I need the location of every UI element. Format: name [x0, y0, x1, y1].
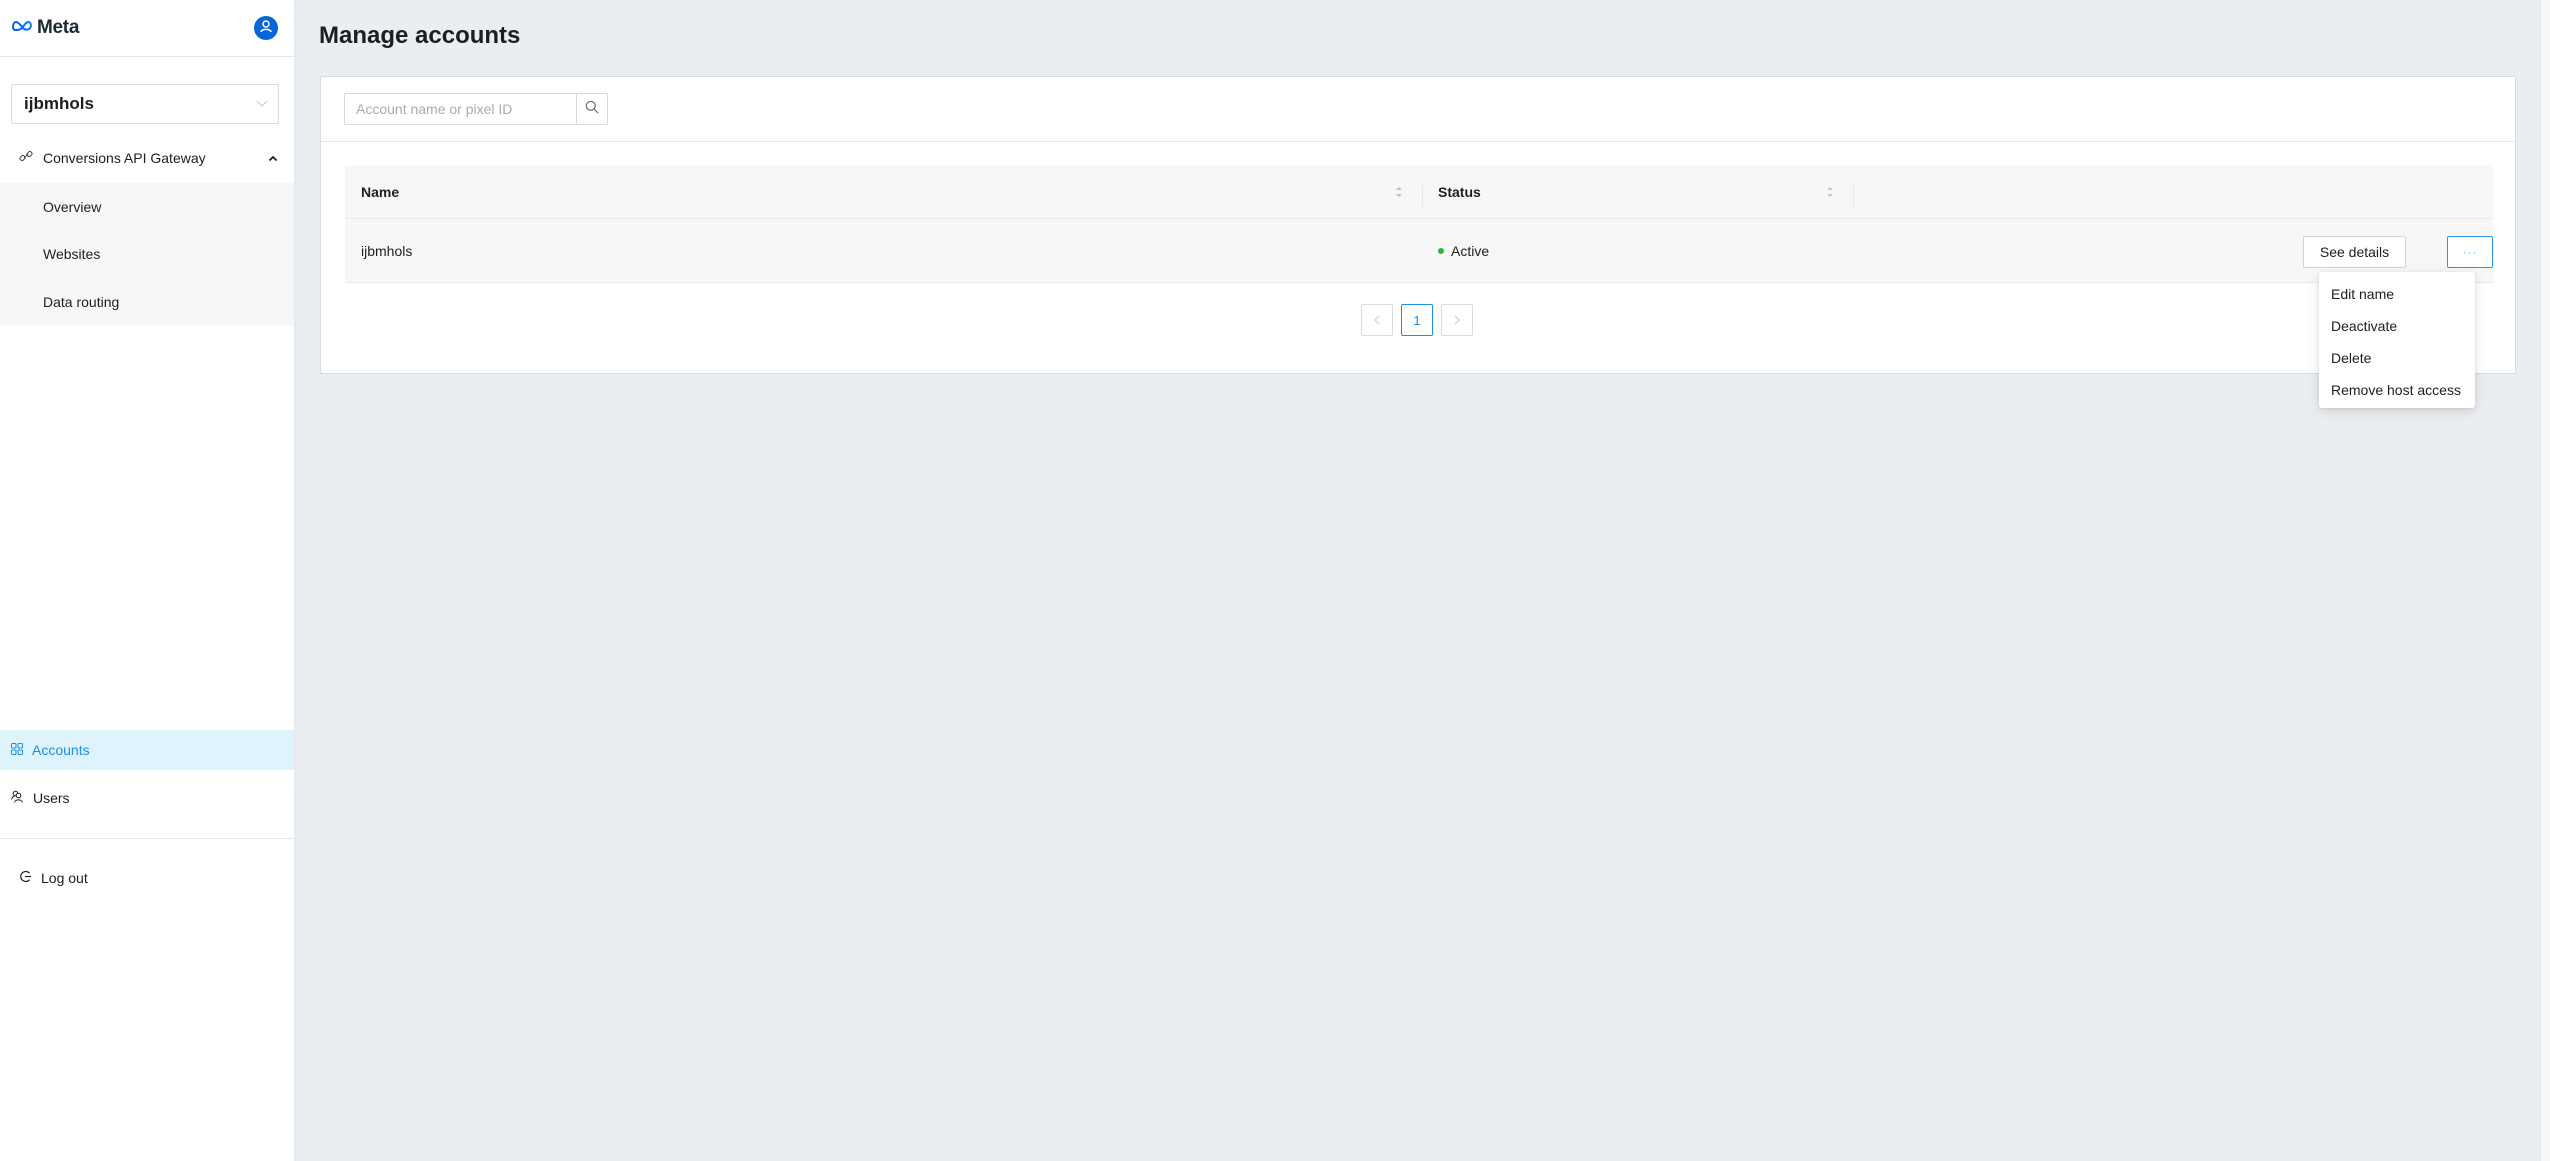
grid-icon: [11, 742, 23, 758]
brand-bar: Meta: [0, 0, 294, 57]
search-button[interactable]: [576, 93, 608, 125]
users-icon: [11, 790, 24, 806]
next-page-button[interactable]: [1441, 304, 1473, 336]
avatar[interactable]: [254, 16, 278, 40]
sidebar-item-users[interactable]: Users: [0, 778, 294, 818]
chevron-down-icon: [256, 95, 268, 113]
sidebar: Meta ijbmhols Conversions API Gateway Ov…: [0, 0, 295, 1161]
table-header: Name Status: [345, 165, 2493, 219]
chevron-right-icon: [1453, 313, 1461, 328]
ellipsis-icon: ···: [2462, 245, 2478, 259]
column-header-status[interactable]: Status: [1438, 165, 1481, 219]
meta-logo[interactable]: Meta: [12, 17, 79, 39]
status-dot-icon: [1438, 248, 1444, 254]
account-name: ijbmhols: [361, 243, 413, 259]
sidebar-divider: [0, 838, 294, 839]
account-selector-value: ijbmhols: [24, 94, 94, 113]
chevron-left-icon: [1373, 313, 1381, 328]
sidebar-item-label: Accounts: [32, 742, 90, 758]
nav-group-conversions-api-gateway[interactable]: Conversions API Gateway: [0, 138, 294, 178]
logout-label: Log out: [41, 870, 88, 886]
accounts-card: Name Status ijbmhols Active See details …: [320, 76, 2516, 374]
sidebar-item-label: Users: [33, 790, 70, 806]
menu-item-deactivate[interactable]: Deactivate: [2319, 310, 2475, 342]
brand-name: Meta: [37, 17, 80, 38]
sidebar-item-data-routing[interactable]: Data routing: [0, 278, 294, 326]
menu-item-delete[interactable]: Delete: [2319, 342, 2475, 374]
column-header-name[interactable]: Name: [361, 165, 399, 219]
menu-item-remove-host-access[interactable]: Remove host access: [2319, 374, 2475, 406]
card-toolbar: [321, 77, 2515, 142]
more-options-button[interactable]: ···: [2447, 236, 2493, 268]
link-icon: [19, 149, 33, 168]
sidebar-item-overview[interactable]: Overview: [0, 183, 294, 230]
logout-button[interactable]: Log out: [0, 858, 294, 898]
status-text: Active: [1451, 243, 1490, 259]
page-button-1[interactable]: 1: [1401, 304, 1433, 336]
table-row: ijbmhols Active See details ···: [345, 219, 2493, 283]
column-separator: [1422, 185, 1423, 207]
pagination: 1: [1361, 304, 1473, 336]
logout-icon: [19, 870, 32, 886]
accounts-table: Name Status ijbmhols Active See details …: [345, 165, 2493, 283]
nav-group-label: Conversions API Gateway: [43, 150, 206, 166]
search-bar: [344, 93, 608, 125]
sub-nav: Overview Websites Data routing: [0, 183, 294, 326]
row-actions-menu: Edit name Deactivate Delete Remove host …: [2319, 272, 2475, 408]
scrollbar[interactable]: [2540, 0, 2550, 1161]
see-details-button[interactable]: See details: [2303, 236, 2406, 268]
search-input[interactable]: [344, 93, 576, 125]
search-icon: [585, 100, 599, 119]
page-title: Manage accounts: [319, 22, 521, 49]
meta-infinity-icon: [12, 19, 34, 37]
menu-item-edit-name[interactable]: Edit name: [2319, 278, 2475, 310]
sort-icon[interactable]: [1394, 185, 1404, 199]
user-icon: [259, 19, 273, 38]
status-badge: Active: [1438, 219, 1489, 283]
column-separator: [1853, 185, 1854, 207]
sidebar-item-accounts[interactable]: Accounts: [0, 730, 294, 770]
sidebar-item-websites[interactable]: Websites: [0, 230, 294, 278]
chevron-up-icon: [268, 149, 278, 167]
account-selector[interactable]: ijbmhols: [11, 84, 279, 124]
prev-page-button[interactable]: [1361, 304, 1393, 336]
sort-icon[interactable]: [1825, 185, 1835, 199]
